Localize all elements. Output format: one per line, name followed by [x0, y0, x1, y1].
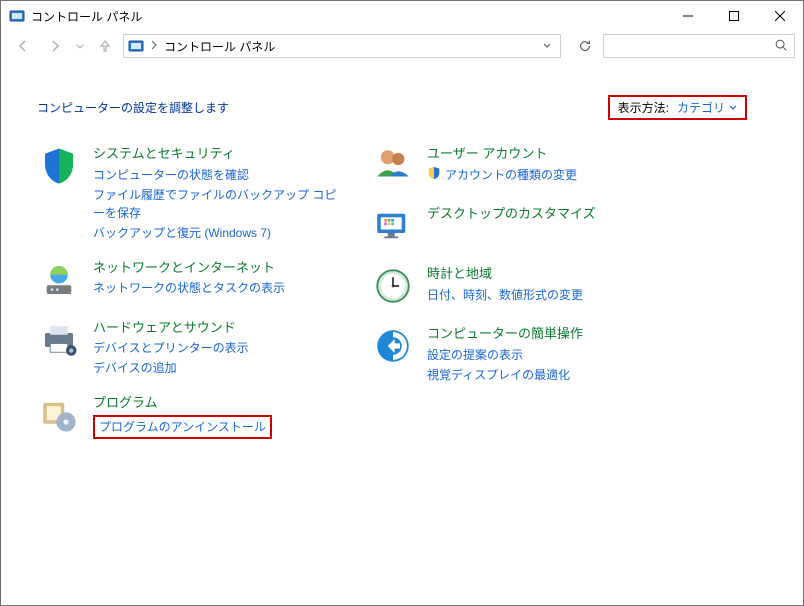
- category-title[interactable]: ハードウェアとサウンド: [93, 320, 249, 336]
- category-programs: プログラム プログラムのアンインストール: [37, 393, 337, 439]
- category-appearance: デスクトップのカスタマイズ: [371, 204, 681, 248]
- link-change-account-type[interactable]: アカウントの種類の変更: [445, 166, 577, 184]
- search-box[interactable]: [603, 34, 795, 58]
- link-setting-suggestions[interactable]: 設定の提案の表示: [427, 346, 583, 364]
- control-panel-icon: [128, 38, 144, 54]
- category-system-security: システムとセキュリティ コンピューターの状態を確認 ファイル履歴でファイルのバッ…: [37, 144, 337, 242]
- category-column-left: システムとセキュリティ コンピューターの状態を確認 ファイル履歴でファイルのバッ…: [37, 144, 337, 439]
- link-backup-restore-win7[interactable]: バックアップと復元 (Windows 7): [93, 224, 337, 242]
- link-change-date-time-format[interactable]: 日付、時刻、数値形式の変更: [427, 286, 583, 304]
- window-controls: [665, 1, 803, 31]
- view-by-box: 表示方法: カテゴリ: [608, 95, 747, 120]
- category-hardware-sound: ハードウェアとサウンド デバイスとプリンターの表示 デバイスの追加: [37, 318, 337, 378]
- page-heading: コンピューターの設定を調整します: [37, 99, 229, 116]
- control-panel-icon: [9, 8, 25, 24]
- category-title[interactable]: システムとセキュリティ: [93, 146, 337, 162]
- category-title[interactable]: コンピューターの簡単操作: [427, 326, 583, 342]
- window-title: コントロール パネル: [31, 8, 142, 25]
- recent-locations-dropdown[interactable]: [73, 32, 87, 60]
- titlebar: コントロール パネル: [1, 1, 803, 31]
- category-title[interactable]: プログラム: [93, 395, 272, 411]
- close-button[interactable]: [757, 1, 803, 31]
- appearance-icon: [371, 204, 415, 248]
- user-accounts-icon: [371, 144, 415, 188]
- refresh-button[interactable]: [571, 32, 599, 60]
- navbar: コントロール パネル: [1, 31, 803, 67]
- window: コントロール パネル コントロール パネル: [0, 0, 804, 606]
- category-clock-region: 時計と地域 日付、時刻、数値形式の変更: [371, 264, 681, 308]
- link-network-status-tasks[interactable]: ネットワークの状態とタスクの表示: [93, 279, 285, 297]
- search-input[interactable]: [610, 38, 774, 54]
- view-by-label: 表示方法:: [618, 99, 669, 116]
- ease-of-access-icon: [371, 324, 415, 368]
- clock-icon: [371, 264, 415, 308]
- category-grid: システムとセキュリティ コンピューターの状態を確認 ファイル履歴でファイルのバッ…: [37, 144, 767, 439]
- chevron-right-icon: [150, 39, 158, 53]
- category-network-internet: ネットワークとインターネット ネットワークの状態とタスクの表示: [37, 258, 337, 302]
- link-optimize-visual-display[interactable]: 視覚ディスプレイの最適化: [427, 366, 583, 384]
- link-check-computer-status[interactable]: コンピューターの状態を確認: [93, 166, 337, 184]
- category-title[interactable]: ネットワークとインターネット: [93, 260, 285, 276]
- shield-icon: [37, 144, 81, 188]
- printer-icon: [37, 318, 81, 362]
- minimize-button[interactable]: [665, 1, 711, 31]
- network-icon: [37, 258, 81, 302]
- link-add-device[interactable]: デバイスの追加: [93, 359, 249, 377]
- category-column-right: ユーザー アカウント アカウントの種類の変更: [371, 144, 681, 439]
- category-ease-of-access: コンピューターの簡単操作 設定の提案の表示 視覚ディスプレイの最適化: [371, 324, 681, 384]
- address-history-dropdown[interactable]: [538, 39, 556, 53]
- category-user-accounts: ユーザー アカウント アカウントの種類の変更: [371, 144, 681, 188]
- forward-button[interactable]: [41, 32, 69, 60]
- header-row: コンピューターの設定を調整します 表示方法: カテゴリ: [37, 95, 767, 120]
- link-uninstall-program[interactable]: プログラムのアンインストール: [93, 415, 272, 439]
- titlebar-left: コントロール パネル: [1, 8, 142, 25]
- content-area: コンピューターの設定を調整します 表示方法: カテゴリ システムとセキュリティ: [1, 67, 803, 439]
- category-title[interactable]: デスクトップのカスタマイズ: [427, 206, 596, 222]
- back-button[interactable]: [9, 32, 37, 60]
- category-title[interactable]: ユーザー アカウント: [427, 146, 577, 162]
- uac-shield-icon: [427, 166, 441, 183]
- view-by-value: カテゴリ: [677, 99, 725, 116]
- link-file-history-backup[interactable]: ファイル履歴でファイルのバックアップ コピーを保存: [93, 186, 337, 222]
- breadcrumb[interactable]: コントロール パネル: [164, 38, 275, 55]
- chevron-down-icon: [729, 104, 737, 112]
- search-icon: [774, 38, 788, 55]
- address-bar[interactable]: コントロール パネル: [123, 34, 561, 58]
- up-button[interactable]: [91, 32, 119, 60]
- programs-icon: [37, 393, 81, 437]
- view-by-dropdown[interactable]: カテゴリ: [677, 99, 737, 116]
- link-view-devices-printers[interactable]: デバイスとプリンターの表示: [93, 339, 249, 357]
- maximize-button[interactable]: [711, 1, 757, 31]
- category-title[interactable]: 時計と地域: [427, 266, 583, 282]
